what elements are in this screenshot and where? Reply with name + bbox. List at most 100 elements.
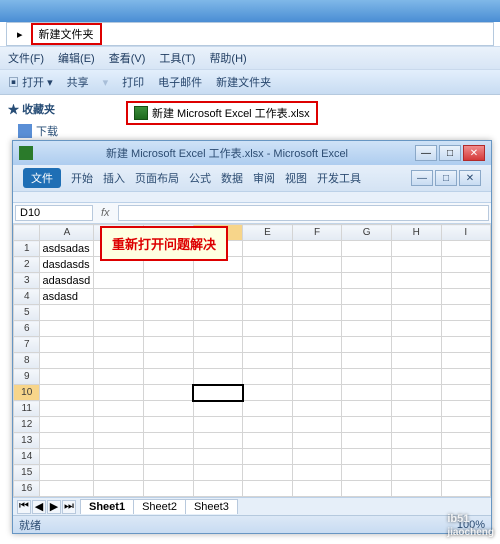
cell-B15[interactable]	[94, 465, 144, 481]
cell-F3[interactable]	[292, 273, 342, 289]
row-header-2[interactable]: 2	[14, 257, 40, 273]
cell-H3[interactable]	[391, 273, 441, 289]
row-header-7[interactable]: 7	[14, 337, 40, 353]
row-header-1[interactable]: 1	[14, 241, 40, 257]
cell-I3[interactable]	[441, 273, 490, 289]
sheet-nav-first-icon[interactable]: ⏮	[17, 500, 31, 514]
cell-E2[interactable]	[243, 257, 293, 273]
zoom-level[interactable]: 100%	[457, 519, 485, 531]
cell-G1[interactable]	[342, 241, 392, 257]
cell-C10[interactable]	[143, 385, 193, 401]
cell-G8[interactable]	[342, 353, 392, 369]
cell-I8[interactable]	[441, 353, 490, 369]
cell-E4[interactable]	[243, 289, 293, 305]
cell-A15[interactable]	[40, 465, 94, 481]
cell-A2[interactable]: dasdasds	[40, 257, 94, 273]
cell-F5[interactable]	[292, 305, 342, 321]
cell-F11[interactable]	[292, 401, 342, 417]
cell-G13[interactable]	[342, 433, 392, 449]
cell-F12[interactable]	[292, 417, 342, 433]
fx-icon[interactable]: fx	[95, 207, 116, 219]
row-header-12[interactable]: 12	[14, 417, 40, 433]
cell-E11[interactable]	[243, 401, 293, 417]
close-button[interactable]: ✕	[463, 145, 485, 161]
menu-tools[interactable]: 工具(T)	[159, 50, 195, 66]
sidebar-favorites[interactable]: ★ 收藏夹	[8, 101, 112, 117]
cell-D14[interactable]	[193, 449, 243, 465]
cell-G7[interactable]	[342, 337, 392, 353]
cell-A11[interactable]	[40, 401, 94, 417]
menu-help[interactable]: 帮助(H)	[209, 50, 246, 66]
cell-F10[interactable]	[292, 385, 342, 401]
cell-B10[interactable]	[94, 385, 144, 401]
cell-C3[interactable]	[143, 273, 193, 289]
cell-C14[interactable]	[143, 449, 193, 465]
email-button[interactable]: 电子邮件	[158, 74, 202, 90]
cell-H15[interactable]	[391, 465, 441, 481]
cell-I1[interactable]	[441, 241, 490, 257]
maximize-button[interactable]: □	[439, 145, 461, 161]
cell-A6[interactable]	[40, 321, 94, 337]
cell-F4[interactable]	[292, 289, 342, 305]
menu-edit[interactable]: 编辑(E)	[58, 50, 95, 66]
sheet-nav-next-icon[interactable]: ▶	[47, 500, 61, 514]
cell-H6[interactable]	[391, 321, 441, 337]
cell-C16[interactable]	[143, 481, 193, 497]
cell-G16[interactable]	[342, 481, 392, 497]
cell-B11[interactable]	[94, 401, 144, 417]
cell-B12[interactable]	[94, 417, 144, 433]
cell-G5[interactable]	[342, 305, 392, 321]
cell-G12[interactable]	[342, 417, 392, 433]
minimize-button[interactable]: —	[415, 145, 437, 161]
menu-file[interactable]: 文件(F)	[8, 50, 44, 66]
cell-E13[interactable]	[243, 433, 293, 449]
cell-A1[interactable]: asdsadas	[40, 241, 94, 257]
share-button[interactable]: 共享	[67, 74, 89, 90]
cell-F8[interactable]	[292, 353, 342, 369]
cell-C7[interactable]	[143, 337, 193, 353]
cell-I15[interactable]	[441, 465, 490, 481]
cell-I5[interactable]	[441, 305, 490, 321]
cell-G4[interactable]	[342, 289, 392, 305]
cell-B4[interactable]	[94, 289, 144, 305]
cell-A3[interactable]: adasdasd	[40, 273, 94, 289]
menu-view[interactable]: 查看(V)	[109, 50, 146, 66]
row-header-4[interactable]: 4	[14, 289, 40, 305]
sheet-tab-1[interactable]: Sheet1	[80, 499, 134, 514]
cell-D4[interactable]	[193, 289, 243, 305]
cell-I12[interactable]	[441, 417, 490, 433]
cell-I10[interactable]	[441, 385, 490, 401]
cell-H16[interactable]	[391, 481, 441, 497]
col-header-E[interactable]: E	[243, 225, 293, 241]
open-button[interactable]: ▣ 打开 ▾	[8, 74, 53, 90]
doc-minimize-button[interactable]: —	[411, 170, 433, 186]
cell-B6[interactable]	[94, 321, 144, 337]
cell-H2[interactable]	[391, 257, 441, 273]
cell-F9[interactable]	[292, 369, 342, 385]
cell-E5[interactable]	[243, 305, 293, 321]
cell-G2[interactable]	[342, 257, 392, 273]
row-header-15[interactable]: 15	[14, 465, 40, 481]
cell-B5[interactable]	[94, 305, 144, 321]
cell-I2[interactable]	[441, 257, 490, 273]
name-box[interactable]: D10	[15, 205, 93, 221]
excel-titlebar[interactable]: 新建 Microsoft Excel 工作表.xlsx - Microsoft …	[13, 141, 491, 165]
cell-A8[interactable]	[40, 353, 94, 369]
cell-I11[interactable]	[441, 401, 490, 417]
cell-C5[interactable]	[143, 305, 193, 321]
tab-formula[interactable]: 公式	[189, 170, 211, 186]
row-header-14[interactable]: 14	[14, 449, 40, 465]
cell-H7[interactable]	[391, 337, 441, 353]
cell-D7[interactable]	[193, 337, 243, 353]
cell-A14[interactable]	[40, 449, 94, 465]
tab-dev[interactable]: 开发工具	[317, 170, 361, 186]
formula-bar[interactable]	[118, 205, 489, 221]
cell-D13[interactable]	[193, 433, 243, 449]
cell-H10[interactable]	[391, 385, 441, 401]
cell-C4[interactable]	[143, 289, 193, 305]
cell-H1[interactable]	[391, 241, 441, 257]
cell-I6[interactable]	[441, 321, 490, 337]
cell-F13[interactable]	[292, 433, 342, 449]
cell-H13[interactable]	[391, 433, 441, 449]
cell-D6[interactable]	[193, 321, 243, 337]
